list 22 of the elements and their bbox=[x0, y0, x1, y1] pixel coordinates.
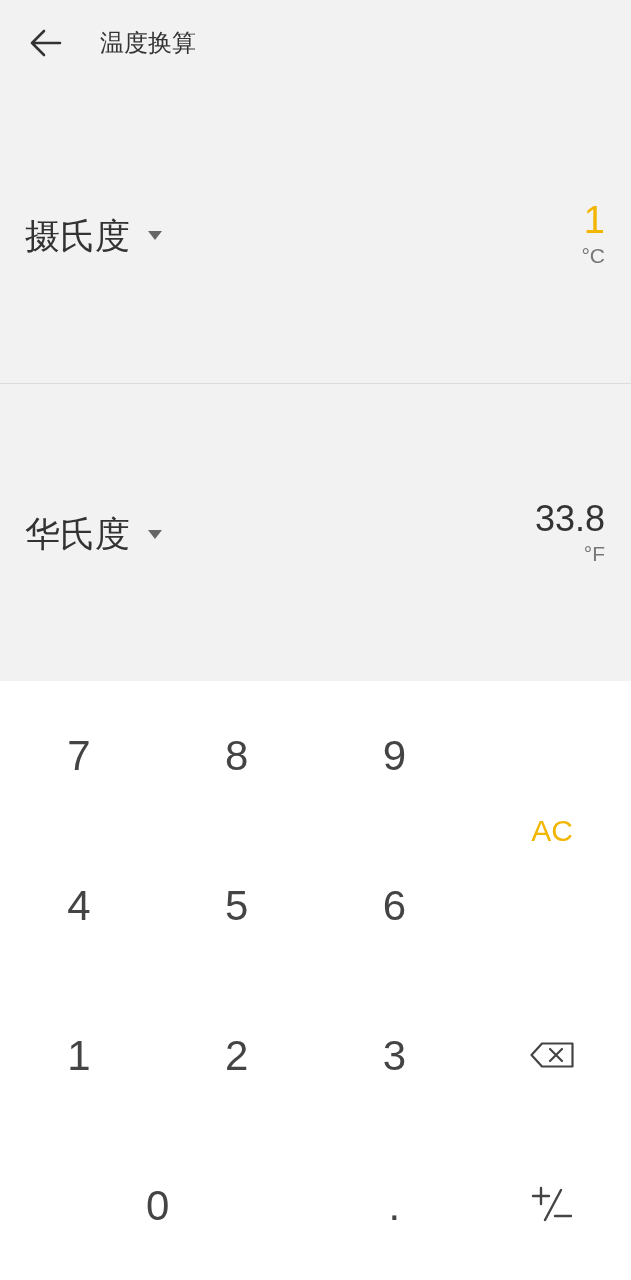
dropdown-arrow-icon bbox=[148, 231, 162, 241]
unit-dropdown[interactable]: 华氏度 bbox=[25, 508, 162, 561]
key-button[interactable]: 9 bbox=[315, 681, 474, 831]
key-button[interactable]: 3 bbox=[315, 980, 474, 1131]
key-button[interactable]: 1 bbox=[0, 980, 158, 1131]
backspace-icon bbox=[530, 1042, 575, 1069]
page-title: 温度换算 bbox=[100, 27, 196, 58]
key-button[interactable]: 4 bbox=[0, 830, 158, 981]
back-icon[interactable] bbox=[28, 27, 62, 58]
dropdown-arrow-icon bbox=[148, 529, 162, 539]
key-button[interactable]: 8 bbox=[157, 681, 316, 831]
unit-dropdown[interactable]: 摄氏度 bbox=[25, 209, 162, 262]
key-button[interactable]: . bbox=[315, 1130, 474, 1280]
unit-symbol: °F bbox=[583, 542, 605, 564]
key-button[interactable]: 2 bbox=[157, 980, 316, 1131]
key-button[interactable]: 7 bbox=[0, 681, 158, 831]
unit-value: 1 bbox=[583, 201, 605, 240]
key-button[interactable]: 0 bbox=[0, 1130, 316, 1280]
unit-symbol: °C bbox=[581, 245, 605, 267]
unit-value: 33.8 bbox=[534, 500, 605, 537]
key-button[interactable]: 5 bbox=[157, 830, 316, 981]
key-button[interactable]: 6 bbox=[315, 830, 474, 981]
